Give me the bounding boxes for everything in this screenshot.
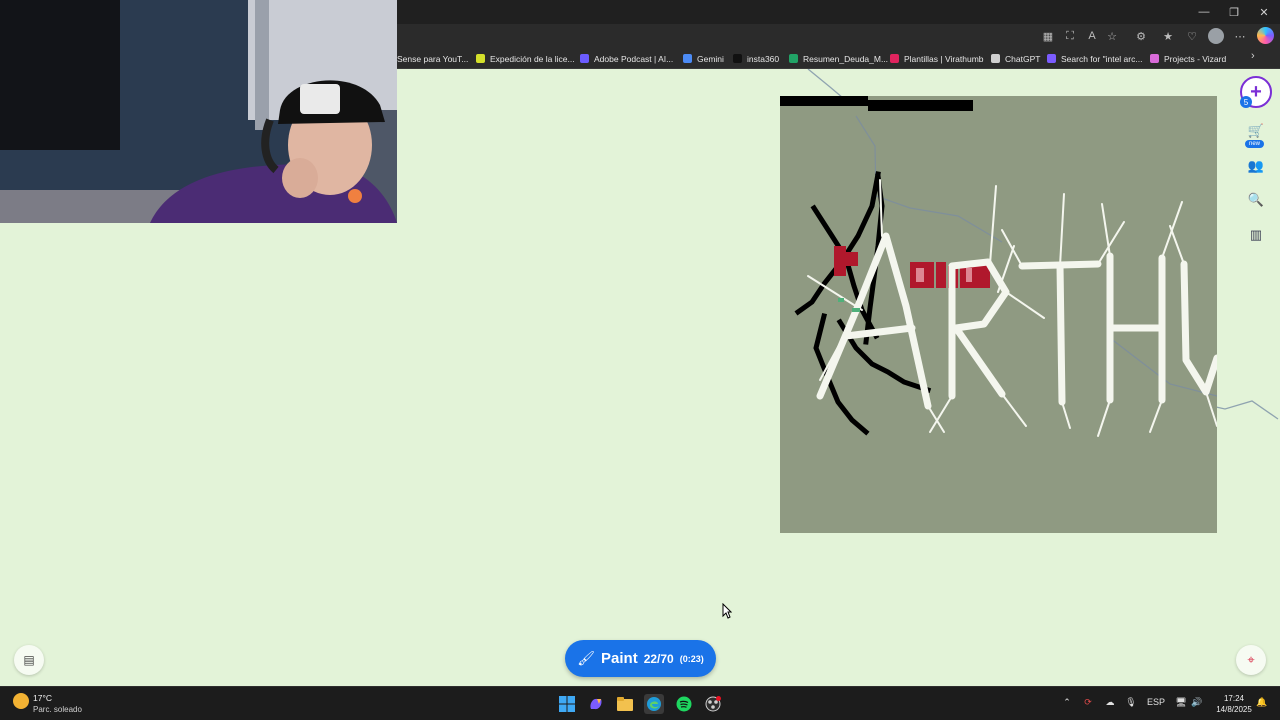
bookmark-item[interactable]: Plantillas | Virathumb [890,50,984,67]
pixel-artwork-canvas[interactable] [780,96,1217,533]
minimize-button[interactable]: — [1188,0,1220,24]
browser-essentials-icon[interactable]: ♡ [1184,28,1200,44]
paint-recharge-timer: (0:23) [679,653,704,664]
bookmarks-overflow-chevron-icon[interactable]: › [1251,50,1255,62]
bookmark-label: Plantillas | Virathumb [904,53,984,64]
favorite-star-icon[interactable]: ☆ [1104,28,1120,44]
bookmark-favicon-icon [789,54,798,63]
tray-chevron-up-icon[interactable]: ⌃ [1060,697,1074,708]
bookmark-label: insta360 [747,53,780,64]
webcam-overlay [0,0,397,223]
layers-button[interactable]: ▤ [14,645,44,675]
user-level-badge: 5 [1240,96,1252,108]
bookmark-label: Search for "intel arc... [1061,53,1143,64]
bookmark-item[interactable]: Search for "intel arc... [1047,50,1142,67]
paint-charges-count: 22/70 [643,651,674,666]
bookmark-label: Sense para YouT... [397,53,469,64]
user-profile-button[interactable]: + 5 [1240,76,1272,108]
read-aloud-icon[interactable]: A [1084,28,1100,44]
volume-icon[interactable]: 🔊 [1190,697,1204,708]
immersive-reader-icon[interactable]: ⛶ [1062,28,1078,44]
cloud-sync-icon[interactable]: ☁ [1102,697,1118,708]
people-icon[interactable]: 👥 [1244,154,1268,178]
paint-button[interactable]: 🖌 Paint 22/70 (0:23) [565,640,716,677]
screen: — ❐ ✕ ▦ ⛶ A ☆ ⚙ ★ ♡ ⋯ Sense para YouT...… [0,0,1280,720]
sync-icon[interactable]: ⟳ [1080,697,1096,708]
copilot-app-icon[interactable] [586,694,606,714]
layers-icon: ▤ [23,653,35,667]
file-explorer-icon[interactable] [615,694,635,714]
microphone-icon[interactable]: 🎙 [1124,697,1138,708]
bookmark-favicon-icon [580,54,589,63]
mouse-cursor-icon [722,603,732,619]
copilot-icon[interactable] [1257,27,1274,44]
bookmark-label: Projects - Vizard [1164,53,1227,64]
bookmark-label: Adobe Podcast | AI... [594,53,674,64]
language-indicator[interactable]: ESP [1145,697,1167,707]
bookmark-item[interactable]: ChatGPT [991,50,1040,67]
extensions-icon[interactable]: ⚙ [1133,28,1149,44]
bookmark-item[interactable]: Sense para YouT... [397,50,468,67]
bookmark-favicon-icon [683,54,692,63]
spotify-icon[interactable] [674,694,694,714]
clock-date: 14/8/2025 [1216,705,1252,714]
clock-time: 17:24 [1223,694,1245,703]
more-menu-icon[interactable]: ⋯ [1232,28,1248,44]
maximize-button[interactable]: ❐ [1218,0,1250,24]
crosshair-icon: ⌖ [1247,652,1255,667]
add-icon: + [1250,81,1262,103]
weather-icon[interactable] [13,693,29,709]
bookmark-item[interactable]: Resumen_Deuda_M... [789,50,888,67]
close-window-button[interactable]: ✕ [1248,0,1280,24]
search-zoom-icon[interactable]: 🔍 [1244,188,1268,212]
bookmark-favicon-icon [476,54,485,63]
bookmark-label: ChatGPT [1005,53,1041,64]
bookmark-favicon-icon [1150,54,1159,63]
new-badge: new [1245,140,1265,148]
locate-button[interactable]: ⌖ [1236,645,1266,675]
app-available-icon[interactable]: ▦ [1040,28,1056,44]
bookmark-favicon-icon [991,54,1000,63]
windows-start-icon[interactable] [557,694,577,714]
bookmark-favicon-icon [890,54,899,63]
notification-bell-icon[interactable]: 🔔 [1256,697,1268,708]
obs-recording-icon[interactable] [703,694,723,714]
bookmark-favicon-icon [733,54,742,63]
brush-icon: 🖌 [577,650,596,666]
bookmark-favicon-icon [1047,54,1056,63]
bookmark-item[interactable]: Projects - Vizard [1150,50,1226,67]
edge-browser-icon[interactable] [644,694,664,714]
bookmark-item[interactable]: Gemini [683,50,724,67]
bookmark-item[interactable]: Expedición de la lice... [476,50,575,67]
weather-temperature[interactable]: 17°C [33,693,52,703]
taskbar-clock[interactable]: 17:24 14/8/2025 [1212,693,1256,715]
bookmark-item[interactable]: insta360 [733,50,779,67]
bookmark-label: Expedición de la lice... [490,53,575,64]
weather-description[interactable]: Parc. soleado [33,705,82,714]
network-icon[interactable]: 🖥 [1174,697,1188,708]
profile-avatar[interactable] [1208,28,1224,44]
bookmark-label: Gemini [697,53,724,64]
bookmark-label: Resumen_Deuda_M... [803,53,889,64]
favorites-icon[interactable]: ★ [1160,28,1176,44]
leaderboard-icon[interactable]: ▥ [1244,223,1268,247]
bookmark-item[interactable]: Adobe Podcast | AI... [580,50,673,67]
paint-button-label: Paint [601,650,638,667]
